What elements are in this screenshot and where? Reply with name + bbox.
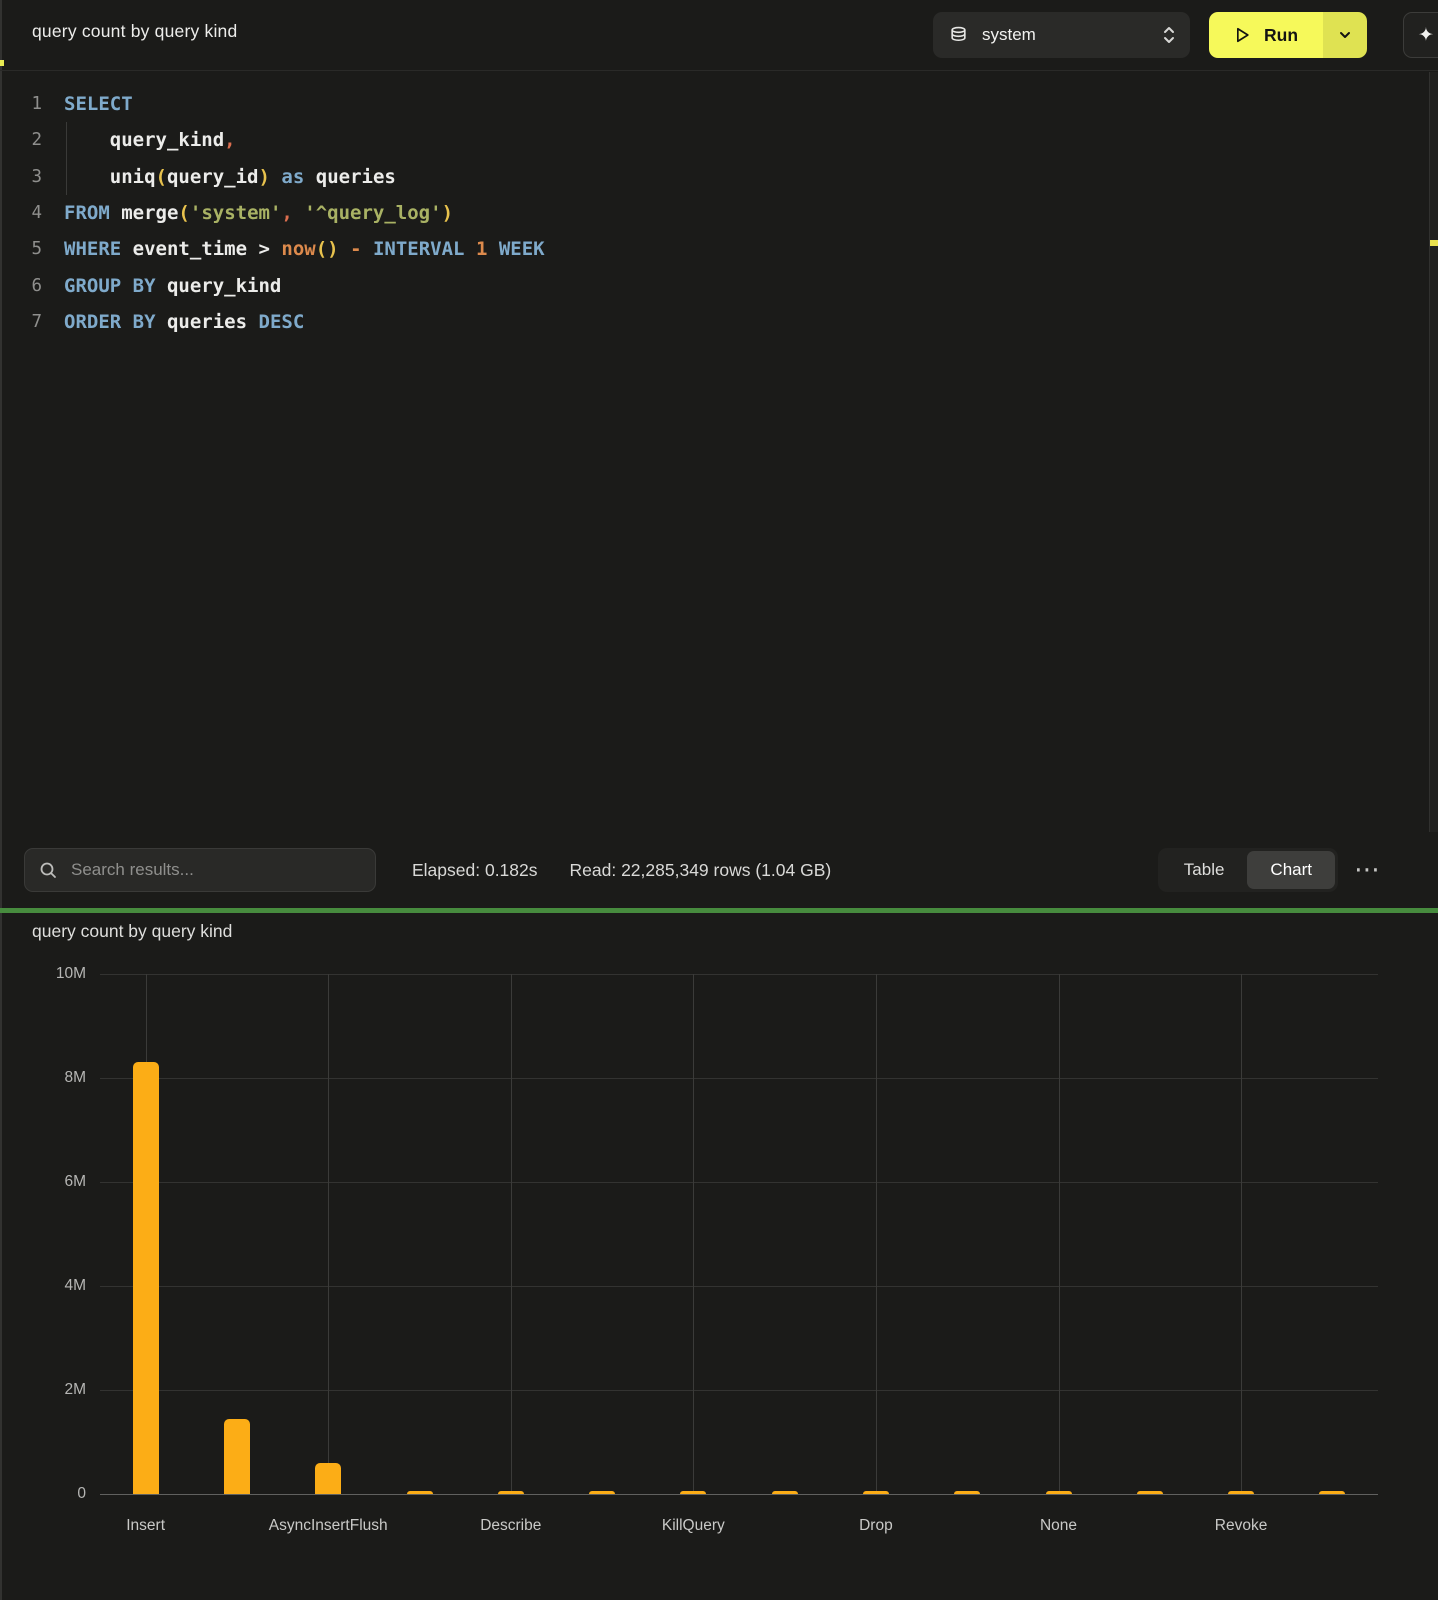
- more-options-button[interactable]: ⋯: [1354, 865, 1380, 875]
- y-axis-tick-label: 0: [0, 1485, 86, 1503]
- search-icon: [39, 861, 57, 879]
- tab-table[interactable]: Table: [1161, 851, 1248, 889]
- database-selector[interactable]: system: [933, 12, 1190, 58]
- view-toggle: Table Chart: [1158, 848, 1338, 892]
- code-line: 7ORDER BY queries DESC: [0, 304, 1438, 340]
- search-box: [24, 848, 376, 892]
- line-number: 2: [0, 130, 42, 150]
- code-text: SELECT: [42, 93, 133, 115]
- bar-unlabeled-12[interactable]: [1137, 1491, 1163, 1494]
- line-number: 4: [0, 203, 42, 223]
- y-axis-tick-label: 4M: [0, 1277, 86, 1295]
- tab-chart[interactable]: Chart: [1247, 851, 1335, 889]
- code-line: 4FROM merge('system', '^query_log'): [0, 195, 1438, 231]
- bar-chart: 10M 8M 6M 4M 2M 0 InsertAsyncInsertFlushDescri…: [0, 913, 1438, 1600]
- gridline-horizontal: [100, 1078, 1378, 1079]
- x-axis-tick-label: AsyncInsertFlush: [238, 1517, 419, 1535]
- code-text: FROM merge('system', '^query_log'): [42, 202, 453, 224]
- code-text: ORDER BY queries DESC: [42, 311, 304, 333]
- elapsed-stat: Elapsed: 0.182s: [412, 860, 538, 881]
- bar-unlabeled-2[interactable]: [224, 1419, 250, 1494]
- read-stat: Read: 22,285,349 rows (1.04 GB): [570, 860, 832, 881]
- code-line: 5WHERE event_time > now() - INTERVAL 1 W…: [0, 231, 1438, 267]
- bar-KillQuery[interactable]: [680, 1491, 706, 1494]
- gridline-horizontal: [100, 1390, 1378, 1391]
- bar-unlabeled-14[interactable]: [1319, 1491, 1345, 1494]
- play-icon: [1232, 25, 1252, 45]
- y-axis-tick-label: 10M: [0, 965, 86, 983]
- database-icon: [949, 25, 968, 46]
- gridline-vertical: [693, 974, 694, 1494]
- bar-unlabeled-10[interactable]: [954, 1491, 980, 1494]
- sql-console: { "topbar": { "title": "query count by q…: [0, 0, 1438, 1600]
- y-axis-tick-label: 8M: [0, 1069, 86, 1087]
- gridline-vertical: [1241, 974, 1242, 1494]
- line-number: 3: [0, 167, 42, 187]
- gridline-vertical: [1059, 974, 1060, 1494]
- bar-Insert[interactable]: [133, 1062, 159, 1494]
- code-line: 2 query_kind,: [0, 122, 1438, 158]
- sql-editor[interactable]: 1SELECT2 query_kind,3 uniq(query_id) as …: [0, 72, 1438, 832]
- sparkle-icon: ✦: [1418, 24, 1434, 47]
- code-text: uniq(query_id) as queries: [42, 166, 396, 188]
- x-axis-tick-label: None: [968, 1517, 1149, 1535]
- gridline-horizontal: [100, 974, 1378, 975]
- y-axis-tick-label: 6M: [0, 1173, 86, 1191]
- code-line: 1SELECT: [0, 86, 1438, 122]
- code-text: WHERE event_time > now() - INTERVAL 1 WE…: [42, 238, 545, 260]
- indent-guide: [66, 122, 67, 195]
- y-axis-tick-label: 2M: [0, 1381, 86, 1399]
- bar-unlabeled-6[interactable]: [589, 1491, 615, 1494]
- topbar: query count by query kind system Run: [0, 0, 1438, 71]
- x-axis-line: [100, 1494, 1378, 1495]
- search-results-input[interactable]: [69, 859, 361, 881]
- line-number: 5: [0, 239, 42, 259]
- line-number: 7: [0, 312, 42, 332]
- bar-Revoke[interactable]: [1228, 1491, 1254, 1494]
- bar-AsyncInsertFlush[interactable]: [315, 1463, 341, 1494]
- chart-panel: query count by query kind 10M8M6M4M2M0In…: [0, 913, 1438, 1600]
- gridline-vertical: [328, 974, 329, 1494]
- query-title: query count by query kind: [32, 21, 237, 42]
- database-selector-value: system: [982, 25, 1036, 45]
- bar-unlabeled-8[interactable]: [772, 1491, 798, 1494]
- code-text: query_kind,: [42, 129, 236, 151]
- results-toolbar: Elapsed: 0.182s Read: 22,285,349 rows (1…: [0, 832, 1438, 908]
- bar-Describe[interactable]: [498, 1491, 524, 1494]
- gridline-vertical: [511, 974, 512, 1494]
- bar-Drop[interactable]: [863, 1491, 889, 1494]
- x-axis-tick-label: Revoke: [1150, 1517, 1331, 1535]
- line-number: 6: [0, 276, 42, 296]
- bar-unlabeled-4[interactable]: [407, 1491, 433, 1494]
- x-axis-tick-label: Insert: [55, 1517, 236, 1535]
- code-line: 6GROUP BY query_kind: [0, 267, 1438, 303]
- gridline-vertical: [876, 974, 877, 1494]
- line-number: 1: [0, 94, 42, 114]
- gridline-horizontal: [100, 1286, 1378, 1287]
- run-split-button: Run: [1209, 12, 1367, 58]
- code-line: 3 uniq(query_id) as queries: [0, 159, 1438, 195]
- ai-assist-button[interactable]: ✦: [1403, 12, 1438, 58]
- overview-ruler-marker: [1430, 240, 1438, 246]
- x-axis-tick-label: Drop: [785, 1517, 966, 1535]
- x-axis-tick-label: KillQuery: [603, 1517, 784, 1535]
- run-button-label: Run: [1264, 25, 1298, 46]
- gridline-horizontal: [100, 1182, 1378, 1183]
- run-button[interactable]: Run: [1209, 12, 1323, 58]
- overview-ruler[interactable]: [1429, 72, 1438, 832]
- updown-chevron-icon: [1162, 24, 1176, 46]
- code-text: GROUP BY query_kind: [42, 275, 281, 297]
- run-options-button[interactable]: [1323, 12, 1367, 58]
- bar-None[interactable]: [1046, 1491, 1072, 1494]
- chevron-down-icon: [1338, 28, 1352, 42]
- ellipsis-icon: ⋯: [1354, 855, 1380, 885]
- code-lines: 1SELECT2 query_kind,3 uniq(query_id) as …: [0, 86, 1438, 340]
- x-axis-tick-label: Describe: [420, 1517, 601, 1535]
